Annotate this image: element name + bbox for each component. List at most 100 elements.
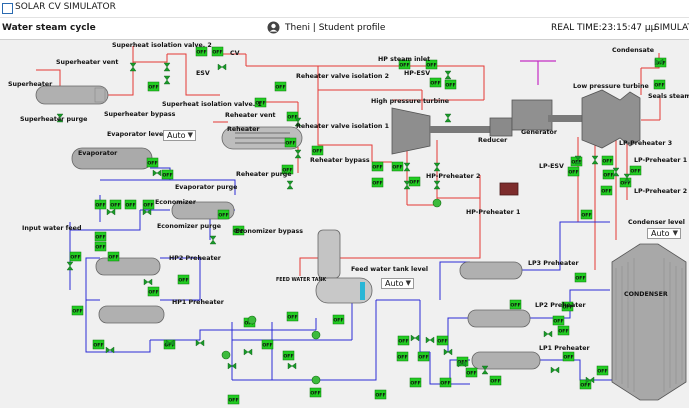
off-toggle-button[interactable]: OFF <box>465 367 478 378</box>
label-reducer: Reducer <box>478 137 508 144</box>
off-toggle-button[interactable]: OFF <box>217 209 230 220</box>
off-toggle-button[interactable]: OFF <box>619 177 632 188</box>
off-toggle-button[interactable]: OFF <box>602 169 615 180</box>
off-toggle-button[interactable]: OFF <box>436 335 449 346</box>
off-badge-label: OFF <box>558 329 568 335</box>
valve-icon[interactable] <box>243 348 253 356</box>
valve-icon[interactable] <box>444 113 452 123</box>
valve-icon[interactable] <box>433 180 441 190</box>
off-toggle-button[interactable]: OFF <box>552 315 565 326</box>
off-toggle-button[interactable]: OFF <box>396 351 409 362</box>
off-toggle-button[interactable]: OFF <box>94 199 107 210</box>
condenser-vessel <box>611 243 687 401</box>
valve-icon[interactable] <box>106 208 116 216</box>
off-toggle-button[interactable]: OFF <box>439 377 452 388</box>
off-toggle-button[interactable]: OFF <box>579 379 592 390</box>
valve-icon[interactable] <box>195 339 205 347</box>
off-toggle-button[interactable]: OFF <box>600 185 613 196</box>
pump-icon[interactable] <box>432 198 442 208</box>
off-toggle-button[interactable]: OFF <box>509 299 522 310</box>
evaporator-level-select[interactable]: Auto ▼ <box>163 130 196 141</box>
off-toggle-button[interactable]: OFF <box>177 274 190 285</box>
off-toggle-button[interactable]: OFF <box>147 286 160 297</box>
valve-icon[interactable] <box>143 278 153 286</box>
off-toggle-button[interactable]: OFF <box>574 272 587 283</box>
off-badge-label: OFF <box>418 355 428 361</box>
valve-icon[interactable] <box>444 70 452 80</box>
off-toggle-button[interactable]: OFF <box>211 46 224 57</box>
off-toggle-button[interactable]: OFF <box>286 311 299 322</box>
off-toggle-button[interactable]: OFF <box>580 209 593 220</box>
off-badge-label: OFF <box>110 203 120 209</box>
valve-icon[interactable] <box>286 180 294 190</box>
valve-icon[interactable] <box>287 362 297 370</box>
valve-icon[interactable] <box>209 235 217 245</box>
off-toggle-button[interactable]: OFF <box>227 394 240 405</box>
off-toggle-button[interactable]: OFF <box>332 314 345 325</box>
off-toggle-button[interactable]: OFF <box>161 169 174 180</box>
valve-icon[interactable] <box>294 149 302 159</box>
valve-icon[interactable] <box>425 336 435 344</box>
off-toggle-button[interactable]: OFF <box>309 387 322 398</box>
pump-icon[interactable] <box>247 315 257 325</box>
off-toggle-button[interactable]: OFF <box>629 165 642 176</box>
off-toggle-button[interactable]: OFF <box>94 241 107 252</box>
off-toggle-button[interactable]: OFF <box>557 325 570 336</box>
off-toggle-button[interactable]: OFF <box>391 161 404 172</box>
off-toggle-button[interactable]: OFF <box>282 350 295 361</box>
off-toggle-button[interactable]: OFF <box>371 177 384 188</box>
user-profile-label[interactable]: Theni | Student profile <box>285 23 385 33</box>
off-toggle-button[interactable]: OFF <box>429 77 442 88</box>
valve-icon[interactable] <box>433 162 441 172</box>
off-toggle-button[interactable]: OFF <box>146 157 159 168</box>
valve-icon[interactable] <box>591 155 599 165</box>
valve-icon[interactable] <box>543 330 553 338</box>
pump-icon[interactable] <box>221 350 231 360</box>
pump-icon[interactable] <box>311 330 321 340</box>
valve-icon[interactable] <box>410 334 420 342</box>
off-toggle-button[interactable]: OFF <box>444 79 457 90</box>
off-toggle-button[interactable]: OFF <box>596 365 609 376</box>
valve-icon[interactable] <box>66 261 74 271</box>
off-toggle-button[interactable]: OFF <box>71 305 84 316</box>
off-toggle-button[interactable]: OFF <box>371 161 384 172</box>
valve-icon[interactable] <box>217 63 227 71</box>
off-toggle-button[interactable]: OFF <box>417 351 430 362</box>
off-badge-label: OFF <box>426 63 436 69</box>
valve-icon[interactable] <box>129 62 137 72</box>
off-badge-label: OFF <box>510 303 520 309</box>
off-toggle-button[interactable]: OFF <box>109 199 122 210</box>
off-toggle-button[interactable]: OFF <box>374 389 387 400</box>
valve-icon[interactable] <box>152 169 162 177</box>
off-toggle-button[interactable]: OFF <box>142 199 155 210</box>
feed-water-tank-level-select[interactable]: Auto ▼ <box>381 278 414 289</box>
off-toggle-button[interactable]: OFF <box>107 251 120 262</box>
label-lp-preheater3: LP-Preheater 3 <box>619 140 672 147</box>
off-toggle-button[interactable]: OFF <box>567 166 580 177</box>
off-toggle-button[interactable]: OFF <box>147 81 160 92</box>
off-toggle-button[interactable]: OFF <box>261 339 274 350</box>
user-icon[interactable] <box>267 21 280 34</box>
valve-icon[interactable] <box>163 62 171 72</box>
condenser-level-select[interactable]: Auto ▼ <box>647 228 681 239</box>
pump-icon[interactable] <box>311 375 321 385</box>
valve-icon[interactable] <box>403 162 411 172</box>
off-toggle-button[interactable]: OFF <box>653 79 666 90</box>
off-toggle-button[interactable]: OFF <box>69 251 82 262</box>
off-toggle-button[interactable]: OFF <box>562 351 575 362</box>
off-toggle-button[interactable]: OFF <box>570 156 583 167</box>
off-toggle-button[interactable]: OFF <box>311 145 324 156</box>
off-toggle-button[interactable]: OFF <box>601 155 614 166</box>
off-toggle-button[interactable]: OFF <box>92 339 105 350</box>
off-toggle-button[interactable]: OFF <box>408 176 421 187</box>
valve-icon[interactable] <box>550 366 560 374</box>
off-toggle-button[interactable]: OFF <box>124 199 137 210</box>
off-toggle-button[interactable]: OFF <box>274 81 287 92</box>
off-toggle-button[interactable]: OFF <box>397 335 410 346</box>
off-toggle-button[interactable]: OFF <box>284 137 297 148</box>
off-toggle-button[interactable]: OFF <box>94 231 107 242</box>
off-toggle-button[interactable]: OFF <box>409 377 422 388</box>
valve-icon[interactable] <box>163 75 171 85</box>
valve-icon[interactable] <box>481 365 489 375</box>
off-toggle-button[interactable]: OFF <box>489 375 502 386</box>
